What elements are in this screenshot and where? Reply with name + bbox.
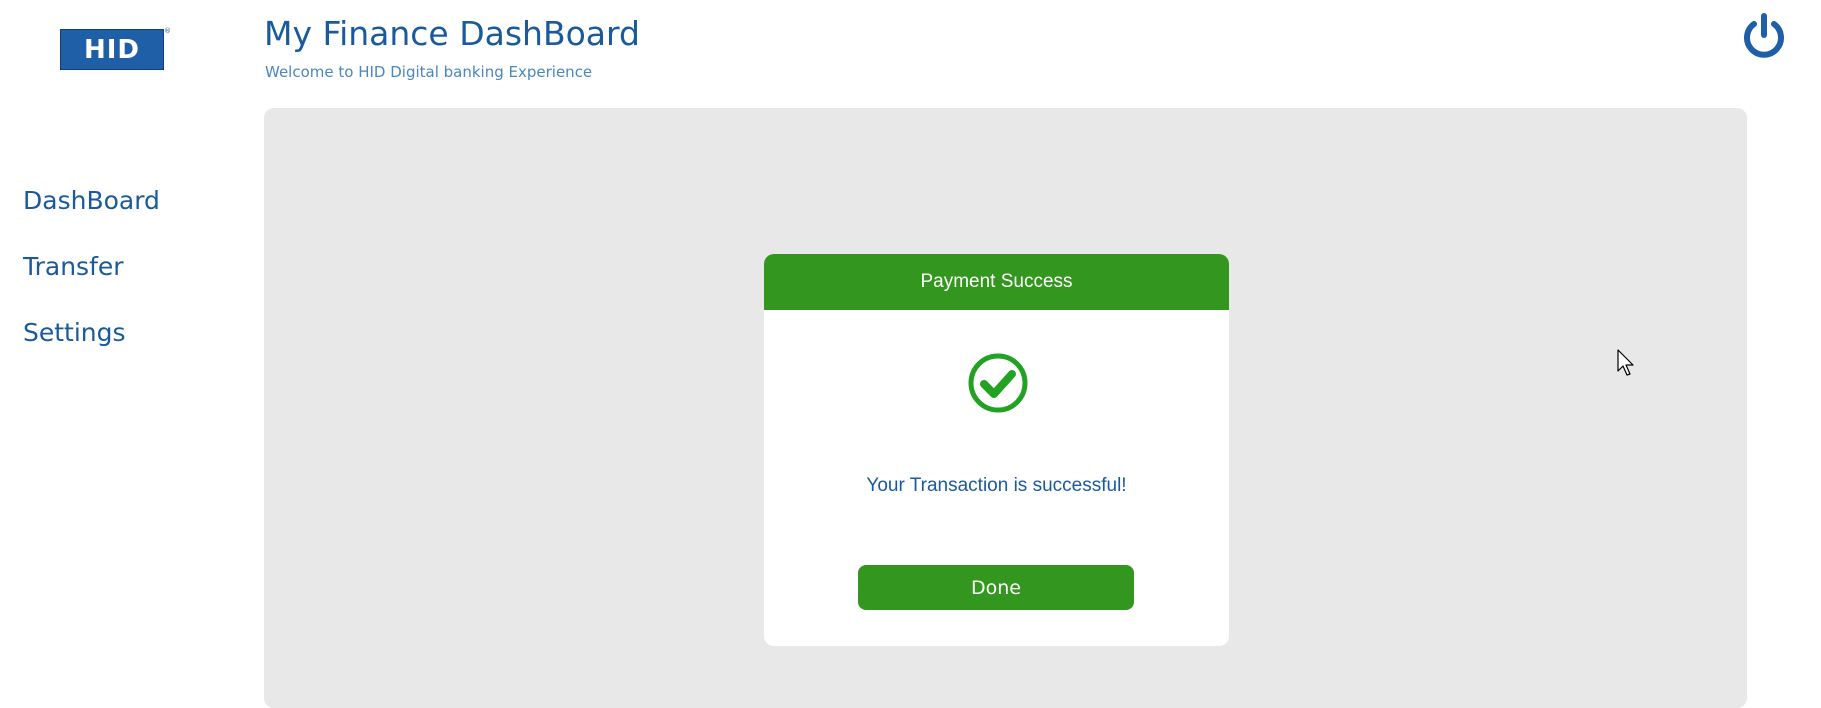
dialog-title: Payment Success (920, 271, 1073, 292)
power-icon[interactable] (1741, 13, 1787, 61)
page-subtitle: Welcome to HID Digital banking Experienc… (265, 63, 593, 81)
mouse-cursor-icon (1617, 349, 1637, 379)
sidebar-item-transfer[interactable]: Transfer (23, 252, 160, 318)
done-button[interactable]: Done (858, 565, 1134, 610)
page-title: My Finance DashBoard (264, 14, 640, 53)
sidebar-item-settings[interactable]: Settings (23, 318, 160, 384)
sidebar-item-dashboard[interactable]: DashBoard (23, 186, 160, 252)
registered-mark: ® (164, 27, 171, 35)
check-circle-icon (967, 352, 1029, 414)
hid-logo: HID (60, 29, 164, 70)
payment-success-dialog: Payment Success Your Transaction is succ… (764, 254, 1229, 646)
success-message: Your Transaction is successful! (866, 475, 1127, 496)
dialog-header: Payment Success (764, 254, 1229, 310)
logo-text: HID (83, 34, 140, 65)
sidebar-nav: DashBoard Transfer Settings (23, 186, 160, 384)
